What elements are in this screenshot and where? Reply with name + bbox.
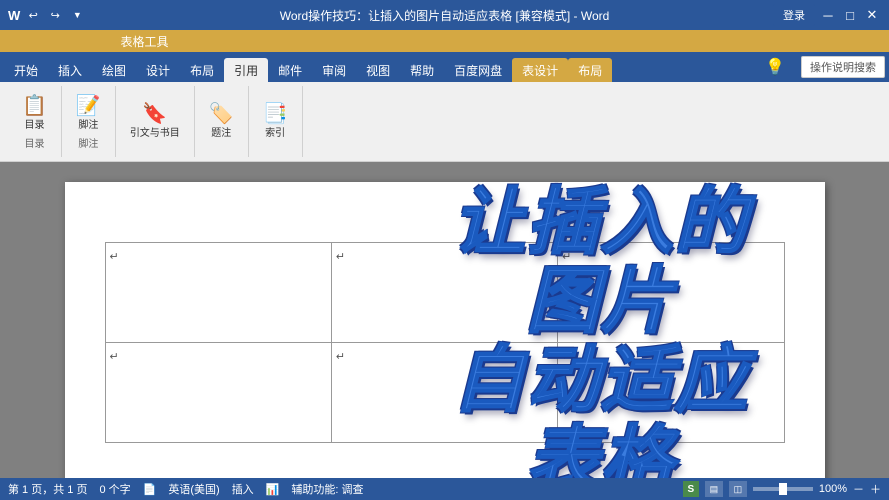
toc-btn[interactable]: 📋 目录 (16, 94, 53, 133)
tab-review[interactable]: 审阅 (312, 58, 356, 82)
window-title: Word操作技巧：让插入的图片自动适应表格 [兼容模式] - Word (280, 9, 610, 23)
restore-btn[interactable]: □ (841, 6, 859, 24)
index-label: 索引 (265, 124, 285, 139)
quick-access: W ↩ ↪ ▼ (8, 6, 86, 24)
doc-table: ↵ ↵ ↵ ↵ ↵ ↵ (105, 242, 785, 443)
doc-area: ⊕ ↵ ↵ ↵ ↵ ↵ ↵ 让插入的 图片 自动适应 表格 (0, 162, 889, 478)
toc-icon: 📋 (22, 96, 47, 116)
view-print-btn[interactable]: ▤ (705, 481, 723, 497)
view-web-btn[interactable]: ◫ (729, 481, 747, 497)
zoom-slider[interactable] (753, 487, 813, 491)
tab-layout[interactable]: 布局 (180, 58, 224, 82)
word-logo-icon: W (8, 8, 20, 23)
table-cell-r2c2: ↵ (331, 342, 557, 442)
ribbon-tabs: 开始 插入 绘图 设计 布局 引用 邮件 审阅 视图 帮助 百度网盘 表设计 布… (0, 52, 889, 82)
title-bar-center: Word操作技巧：让插入的图片自动适应表格 [兼容模式] - Word (280, 7, 610, 24)
table-cell-r1c3: ↵ (558, 242, 784, 342)
status-bar-right: S ▤ ◫ 100% － ＋ (683, 481, 881, 497)
track-icon: 📊 (266, 483, 280, 496)
ribbon-right: 💡 操作说明搜索 (765, 56, 885, 82)
table-cell-r2c1: ↵ (105, 342, 331, 442)
insert-mode: 插入 (232, 481, 254, 497)
cell-arrow: ↵ (336, 351, 345, 363)
accessibility: 辅助功能: 调查 (291, 481, 363, 497)
zoom-in-btn[interactable]: ＋ (870, 481, 881, 497)
table-cell-r1c1: ↵ (105, 242, 331, 342)
footnote-btn[interactable]: 📝 脚注 (70, 94, 107, 133)
tab-baidu[interactable]: 百度网盘 (444, 58, 512, 82)
search-hint[interactable]: 操作说明搜索 (801, 56, 885, 78)
wps-icon: S (683, 481, 699, 497)
title-bar: W ↩ ↪ ▼ Word操作技巧：让插入的图片自动适应表格 [兼容模式] - W… (0, 0, 889, 30)
cell-arrow: ↵ (562, 351, 571, 363)
tab-insert[interactable]: 插入 (48, 58, 92, 82)
zoom-out-btn[interactable]: － (853, 481, 864, 497)
tab-mailings[interactable]: 邮件 (268, 58, 312, 82)
title-bar-right: 登录 ─ □ ✕ (773, 4, 881, 26)
citation-btn[interactable]: 🔖 引文与书目 (124, 102, 186, 141)
citation-label: 引文与书目 (130, 124, 180, 139)
tab-draw[interactable]: 绘图 (92, 58, 136, 82)
caption-icon: 🏷️ (209, 104, 234, 124)
ribbon-group-index: 📑 索引 (249, 86, 303, 157)
search-icon: 💡 (765, 57, 785, 77)
tab-design[interactable]: 设计 (136, 58, 180, 82)
undo-btn[interactable]: ↩ (24, 6, 42, 24)
ribbon-group-toc: 📋 目录 目录 (8, 86, 62, 157)
footnote-icon: 📝 (76, 96, 101, 116)
status-bar: 第 1 页，共 1 页 0 个字 📄 英语(美国) 插入 📊 辅助功能: 调查 … (0, 478, 889, 500)
record-icon: 📄 (143, 483, 157, 496)
context-tab-text: 表格工具 (101, 30, 189, 52)
tab-table-layout[interactable]: 布局 (568, 58, 612, 82)
close-btn[interactable]: ✕ (863, 6, 881, 24)
cell-arrow: ↵ (562, 251, 571, 263)
cell-arrow: ↵ (110, 351, 119, 363)
footnote-group-label: 脚注 (78, 135, 98, 150)
minimize-btn[interactable]: ─ (819, 6, 837, 24)
index-icon: 📑 (263, 104, 288, 124)
title-bar-left: W ↩ ↪ ▼ (8, 6, 86, 24)
search-label: 操作说明搜索 (810, 59, 876, 75)
caption-btn[interactable]: 🏷️ 题注 (203, 102, 240, 141)
document: ⊕ ↵ ↵ ↵ ↵ ↵ ↵ 让插入的 图片 自动适应 表格 (65, 182, 825, 478)
context-tab-bar: 表格工具 (0, 30, 889, 52)
table-row: ↵ ↵ ↵ (105, 242, 784, 342)
table-cell-r1c2: ↵ (331, 242, 557, 342)
citation-icon: 🔖 (142, 104, 167, 124)
zoom-level: 100% (819, 483, 847, 495)
toc-label: 目录 (24, 116, 44, 131)
caption-label: 题注 (211, 124, 231, 139)
ribbon-group-caption: 🏷️ 题注 (195, 86, 249, 157)
ribbon-content: 📋 目录 目录 📝 脚注 脚注 🔖 引文与书目 🏷️ 题注 📑 索引 (0, 82, 889, 162)
tab-view[interactable]: 视图 (356, 58, 400, 82)
cell-arrow: ↵ (336, 251, 345, 263)
table-cell-r2c3: ↵ (558, 342, 784, 442)
toc-group-label: 目录 (24, 135, 44, 150)
language: 英语(美国) (168, 481, 219, 497)
tab-references[interactable]: 引用 (224, 58, 268, 82)
login-button[interactable]: 登录 (773, 4, 815, 26)
ribbon-group-footnote: 📝 脚注 脚注 (62, 86, 116, 157)
tab-table-design[interactable]: 表设计 (512, 58, 568, 82)
index-btn[interactable]: 📑 索引 (257, 102, 294, 141)
ribbon-group-citation: 🔖 引文与书目 (116, 86, 195, 157)
page-count: 第 1 页，共 1 页 (8, 481, 87, 497)
word-count: 0 个字 (99, 481, 130, 497)
footnote-label: 脚注 (78, 116, 98, 131)
table-row: ↵ ↵ ↵ (105, 342, 784, 442)
tab-home[interactable]: 开始 (4, 58, 48, 82)
cell-arrow: ↵ (110, 251, 119, 263)
redo-btn[interactable]: ↪ (46, 6, 64, 24)
quick-access-btn[interactable]: ▼ (68, 6, 86, 24)
tab-help[interactable]: 帮助 (400, 58, 444, 82)
zoom-thumb[interactable] (779, 483, 787, 495)
